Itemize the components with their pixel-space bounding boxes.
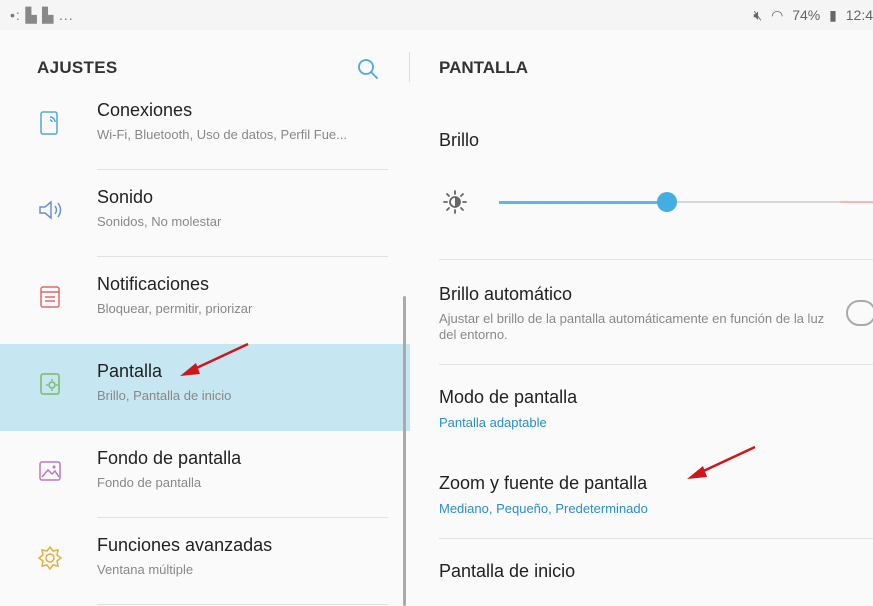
- battery-icon: ▮: [829, 7, 837, 23]
- status-bar: •: ▙ ▙ ... 🔇︎ ◠ 74% ▮ 12:4: [0, 0, 873, 30]
- zoom-font-title: Zoom y fuente de pantalla: [439, 473, 648, 493]
- menu-item-subtitle: Brillo, Pantalla de inicio: [97, 388, 232, 403]
- advanced-features-icon: [36, 544, 64, 572]
- scrollbar[interactable]: [403, 296, 406, 606]
- brightness-slider-end: [840, 201, 873, 203]
- auto-brightness-toggle[interactable]: [846, 300, 873, 326]
- menu-item-title: Notificaciones: [97, 274, 210, 294]
- menu-item-subtitle: Sonidos, No molestar: [97, 214, 222, 229]
- auto-brightness-title: Brillo automático: [439, 284, 573, 304]
- home-screen-item[interactable]: Pantalla de inicio: [410, 539, 873, 606]
- menu-item-conexiones[interactable]: Conexiones Wi-Fi, Bluetooth, Uso de datos…: [0, 83, 410, 170]
- battery-percentage: 74%: [792, 7, 821, 23]
- brightness-slider-thumb[interactable]: [657, 192, 677, 212]
- menu-item-title: Funciones avanzadas: [97, 535, 273, 555]
- divider: [97, 604, 388, 605]
- sound-icon: [36, 196, 64, 224]
- menu-item-pantalla[interactable]: Pantalla Brillo, Pantalla de inicio: [0, 344, 410, 431]
- menu-item-title: Conexiones: [97, 100, 193, 120]
- notifications-icon: [36, 283, 64, 311]
- auto-brightness-item[interactable]: Brillo automático Ajustar el brillo de l…: [410, 260, 873, 364]
- menu-item-subtitle: Wi-Fi, Bluetooth, Uso de datos, Perfil F…: [97, 127, 347, 142]
- search-icon[interactable]: [356, 57, 380, 81]
- screen-mode-title: Modo de pantalla: [439, 387, 578, 407]
- section-title: PANTALLA: [439, 58, 529, 77]
- brightness-slider-fill: [499, 201, 667, 204]
- menu-item-subtitle: Fondo de pantalla: [97, 475, 202, 490]
- menu-item-funciones-avanzadas[interactable]: Funciones avanzadas Ventana múltiple: [0, 518, 410, 605]
- settings-list-pane: AJUSTES Conexiones Wi-Fi, Bluetooth, Uso …: [0, 30, 410, 606]
- screen-mode-item[interactable]: Modo de pantalla Pantalla adaptable: [410, 365, 873, 451]
- menu-item-subtitle: Ventana múltiple: [97, 562, 194, 577]
- wallpaper-icon: [36, 457, 64, 485]
- zoom-font-subtitle: Mediano, Pequeño, Predeterminado: [439, 501, 648, 516]
- menu-item-title: Fondo de pantalla: [97, 448, 242, 468]
- status-system-icons: 🔇︎ ◠ 74% ▮ 12:4: [748, 7, 873, 24]
- brightness-label: Brillo: [439, 130, 480, 150]
- display-icon: [36, 370, 64, 398]
- menu-item-subtitle: Bloquear, permitir, priorizar: [97, 301, 253, 316]
- menu-item-title: Sonido: [97, 187, 154, 207]
- menu-item-sonido[interactable]: Sonido Sonidos, No molestar: [0, 170, 410, 257]
- page-title: AJUSTES: [37, 58, 118, 77]
- zoom-font-item[interactable]: Zoom y fuente de pantalla Mediano, Peque…: [410, 451, 873, 539]
- brightness-icon: [443, 190, 467, 214]
- menu-item-notificaciones[interactable]: Notificaciones Bloquear, permitir, priori…: [0, 257, 410, 344]
- auto-brightness-subtitle: Ajustar el brillo de la pantalla automát…: [439, 311, 825, 342]
- menu-item-fondo-de-pantalla[interactable]: Fondo de pantalla Fondo de pantalla: [0, 431, 410, 518]
- menu-item-title: Pantalla: [97, 361, 163, 381]
- status-notification-icons: •: ▙ ▙ ...: [10, 7, 74, 23]
- connections-icon: [36, 109, 64, 137]
- home-screen-title: Pantalla de inicio: [439, 561, 576, 581]
- wifi-icon: ◠: [771, 7, 784, 23]
- mute-icon: 🔇︎: [753, 7, 763, 23]
- screen-mode-subtitle: Pantalla adaptable: [439, 415, 547, 430]
- clock: 12:4: [845, 7, 873, 23]
- display-settings-pane: PANTALLA Brillo Brillo automático Ajusta…: [410, 30, 873, 606]
